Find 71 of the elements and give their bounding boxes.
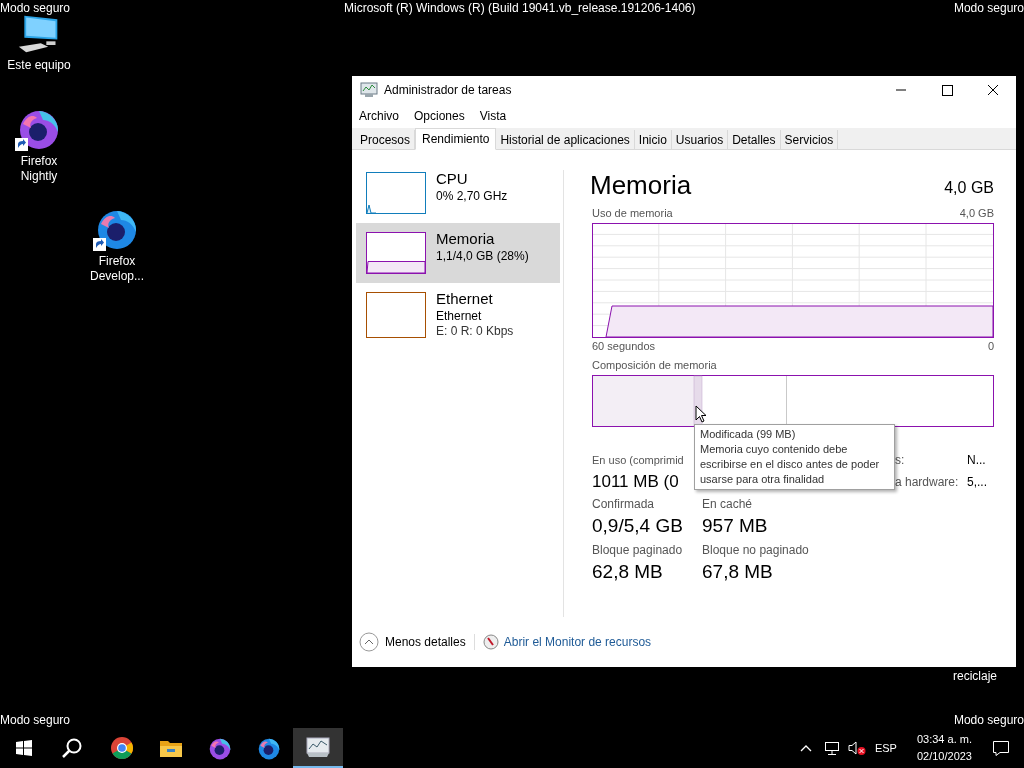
menu-item[interactable]: Vista	[479, 107, 507, 125]
tab[interactable]: Detalles	[728, 130, 781, 149]
item-reading: E: 0 R: 0 Kbps	[436, 324, 514, 339]
axis-label: 60 segundos	[592, 339, 655, 353]
language-indicator[interactable]: ESP	[874, 739, 897, 757]
taskbar-button[interactable]	[293, 728, 343, 768]
stat-value: N...	[967, 452, 987, 469]
sidebar-item[interactable]: Memoria 1,1/4,0 GB (28%)	[356, 223, 560, 283]
tab[interactable]: Servicios	[780, 130, 839, 149]
stat-label: En uso (comprimid	[592, 453, 684, 468]
menu-item[interactable]: Archivo	[359, 107, 399, 125]
stat-value: 5,...	[967, 474, 987, 491]
network-icon[interactable]	[823, 740, 840, 756]
item-detail: 0% 2,70 GHz	[436, 189, 508, 204]
stat-label: Confirmada	[592, 496, 656, 512]
time-text: 03:34 a. m.	[916, 732, 972, 747]
item-name: CPU	[436, 169, 469, 189]
chevron-up-icon[interactable]	[799, 744, 812, 752]
folder-icon	[159, 738, 183, 758]
monitor-chart-icon	[305, 736, 331, 758]
stat-value: 1011 MB (0	[592, 471, 679, 493]
tab[interactable]: Inicio	[634, 130, 672, 149]
tab[interactable]: Rendimiento	[415, 128, 497, 150]
axis-label: 0	[987, 339, 994, 353]
item-detail: 1,1/4,0 GB (28%)	[436, 249, 529, 264]
stat-label: Bloque paginado	[592, 542, 684, 558]
tooltip-title: Modificada (99 MB)	[700, 427, 797, 442]
windows-icon	[16, 740, 32, 756]
stat-label: Bloque no paginado	[702, 542, 810, 558]
icon-label: reciclaje	[953, 668, 997, 684]
resource-monitor-link[interactable]: Abrir el Monitor de recursos	[503, 633, 652, 651]
icon-label: Firefox Nightly	[20, 154, 58, 184]
gauge-icon	[482, 634, 499, 650]
build-label: Microsoft (R) Windows (R) (Build 19041.vb_release.191206-1406)	[344, 0, 696, 16]
stat-label: En caché	[702, 496, 754, 512]
tricolor-circle-icon	[110, 736, 134, 760]
stat-value: 957 MB	[702, 514, 769, 538]
stat-label: a hardware:	[895, 474, 960, 491]
monitor-chart-icon	[360, 82, 378, 98]
stat-value: 62,8 MB	[592, 560, 664, 584]
sidebar-item[interactable]: Ethernet Ethernet E: 0 R: 0 Kbps	[356, 283, 560, 343]
window-title: Administrador de tareas	[384, 82, 513, 99]
safe-mode-label: Modo seguro	[953, 0, 1024, 16]
graph-max: 4,0 GB	[959, 206, 994, 220]
sidebar-item[interactable]: CPU 0% 2,70 GHz	[356, 163, 560, 223]
item-name: Memoria	[436, 229, 496, 249]
icon-label: Este equipo	[7, 58, 71, 73]
stat-label: s:	[895, 452, 906, 469]
tab[interactable]: Usuarios	[671, 130, 729, 149]
panel-title: Memoria	[590, 170, 692, 200]
search-icon	[61, 737, 83, 759]
stat-value: 0,9/5,4 GB	[592, 514, 684, 538]
tab[interactable]: Historial de aplicaciones	[496, 130, 635, 149]
chevron-up-icon	[359, 632, 379, 652]
safe-mode-label: Modo seguro	[0, 712, 71, 728]
safe-mode-label: Modo seguro	[953, 712, 1024, 728]
muted-speaker-icon[interactable]	[847, 740, 866, 756]
stat-value: 67,8 MB	[702, 560, 774, 584]
item-detail: Ethernet	[436, 309, 483, 324]
clock[interactable]: 03:34 a. m. 02/10/2023	[910, 731, 978, 765]
date-text: 02/10/2023	[916, 749, 972, 764]
notification-icon[interactable]	[992, 739, 1010, 757]
menu-item[interactable]: Opciones	[414, 107, 465, 125]
item-name: Ethernet	[436, 289, 494, 309]
graph-label: Uso de memoria	[592, 206, 673, 220]
icon-label: Firefox Develop...	[90, 254, 144, 284]
safe-mode-label: Modo seguro	[0, 0, 71, 16]
total-value: 4,0 GB	[944, 178, 994, 198]
graph-label: Composición de memoria	[591, 358, 718, 372]
tooltip-text: Memoria cuyo contenido debe escribirse en el disco antes de poder usarse para otra finalidad	[700, 442, 881, 487]
less-details-button[interactable]: Menos detalles	[359, 632, 466, 652]
